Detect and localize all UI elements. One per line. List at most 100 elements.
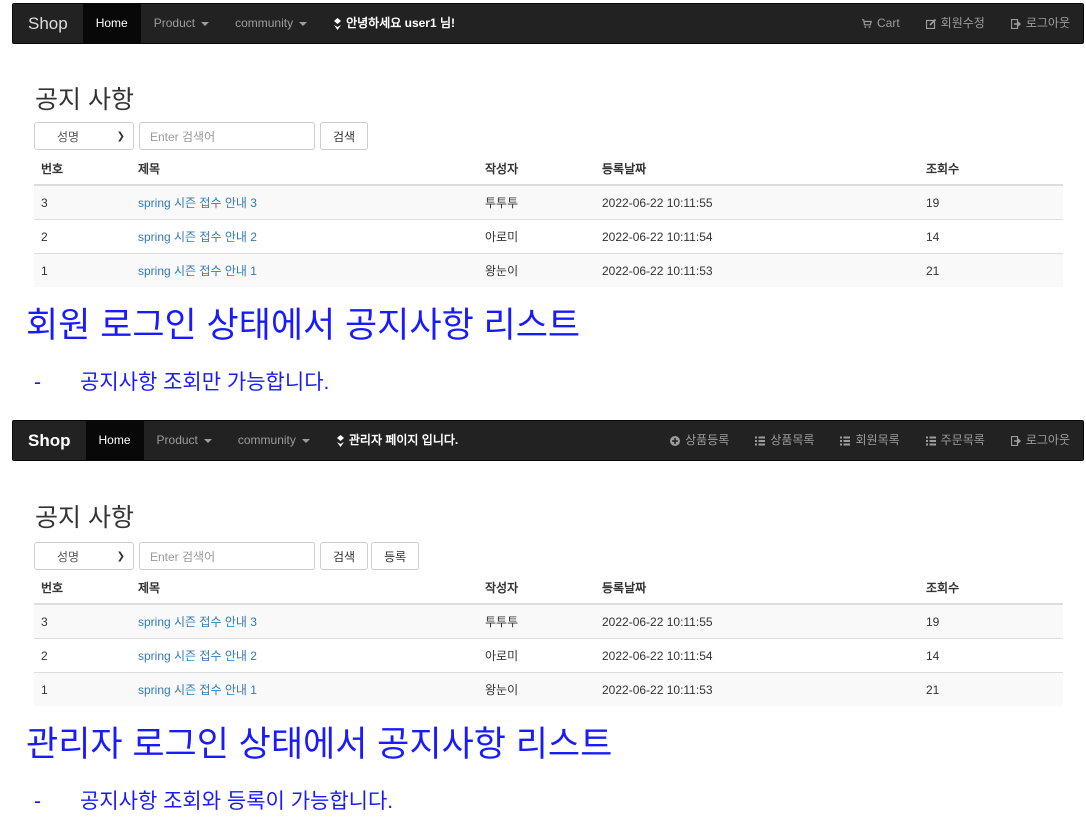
notice-title-link[interactable]: spring 시즌 접수 안내 3 [138,196,257,210]
nav-home[interactable]: Home [85,421,144,460]
cell-writer: 투투투 [478,184,595,220]
bullet-dash: - [34,371,41,394]
cell-title: spring 시즌 접수 안내 2 [131,638,478,673]
nav-add-product-label: 상품등록 [685,433,730,447]
register-button[interactable]: 등록 [371,542,420,570]
search-type-select[interactable]: 성명 ❯ [34,122,134,150]
nav-edit-member-label: 회원수정 [940,16,985,30]
search-bar: 성명 ❯ Enter 검색어 검색 등록 [34,542,420,570]
caption-subtext-label: 공지사항 조회만 가능합니다. [80,371,330,394]
logout-icon [1010,18,1021,29]
list-icon [840,436,851,445]
col-header-no: 번호 [34,153,131,186]
nav-member-list-label: 회원목록 [855,433,900,447]
col-header-title: 제목 [131,153,478,186]
col-header-date: 등록날짜 [595,153,919,186]
top-navbar: Shop Home Product community 관리자 페이지 입니다.… [12,420,1084,461]
nav-community[interactable]: community [222,4,320,43]
search-placeholder: Enter 검색어 [150,129,216,144]
edit-icon [925,18,936,29]
search-type-value: 성명 [57,129,80,144]
table-row: 2 spring 시즌 접수 안내 2 아로미 2022-06-22 10:11… [34,219,1063,254]
cell-views: 21 [919,253,1063,287]
search-placeholder: Enter 검색어 [150,549,216,564]
list-icon [925,436,936,445]
cell-writer: 투투투 [478,603,595,639]
nav-add-product[interactable]: 상품등록 [657,421,742,460]
cell-views: 21 [919,672,1063,706]
table-row: 3 spring 시즌 접수 안내 3 투투투 2022-06-22 10:11… [34,184,1063,220]
cell-title: spring 시즌 접수 안내 2 [131,219,478,254]
nav-member-list[interactable]: 회원목록 [827,421,912,460]
nav-logout-label: 로그아웃 [1025,433,1070,447]
col-header-date: 등록날짜 [595,572,919,605]
nav-home[interactable]: Home [82,4,141,43]
caption-heading: 관리자 로그인 상태에서 공지사항 리스트 [26,725,613,764]
cell-date: 2022-06-22 10:11:55 [595,603,919,639]
cell-title: spring 시즌 접수 안내 3 [131,184,478,220]
notice-title-link[interactable]: spring 시즌 접수 안내 2 [138,649,257,663]
notice-title-link[interactable]: spring 시즌 접수 안내 2 [138,230,257,244]
notice-table: 번호 제목 작성자 등록날짜 조회수 3 spring 시즌 접수 안내 3 투… [34,572,1063,706]
search-button[interactable]: 검색 [320,542,369,570]
nav-edit-member[interactable]: 회원수정 [913,4,998,43]
search-type-select[interactable]: 성명 ❯ [34,542,134,570]
brand-link[interactable]: Shop [13,4,83,43]
table-row: 2 spring 시즌 접수 안내 2 아로미 2022-06-22 10:11… [34,638,1063,673]
col-header-no: 번호 [34,572,131,605]
nav-product-list[interactable]: 상품목록 [742,421,827,460]
nav-community[interactable]: community [225,421,323,460]
notice-title-link[interactable]: spring 시즌 접수 안내 1 [138,683,257,697]
top-navbar: Shop Home Product community 안녕하세요 user1 … [12,3,1084,44]
notice-title-link[interactable]: spring 시즌 접수 안내 1 [138,264,257,278]
cell-writer: 아로미 [478,219,595,254]
col-header-views: 조회수 [919,153,1063,186]
col-header-writer: 작성자 [478,572,595,605]
cell-no: 3 [34,603,131,639]
nav-cart[interactable]: Cart [849,4,913,43]
search-input[interactable]: Enter 검색어 [139,542,315,570]
cell-date: 2022-06-22 10:11:54 [595,638,919,673]
caption-subtext: - 공지사항 조회만 가능합니다. [34,366,329,396]
caret-down-icon [201,21,210,26]
nav-logout[interactable]: 로그아웃 [998,4,1083,43]
cell-views: 19 [919,184,1063,220]
cell-views: 14 [919,219,1063,254]
cell-date: 2022-06-22 10:11:53 [595,253,919,287]
table-header-row: 번호 제목 작성자 등록날짜 조회수 [34,572,1063,605]
cell-no: 2 [34,219,131,254]
greeting-text: 안녕하세요 user1 님! [346,16,456,30]
nav-cart-label: Cart [876,16,900,30]
page-title: 공지 사항 [35,504,134,532]
brand-link[interactable]: Shop [13,421,86,460]
logout-icon [1010,435,1021,446]
search-button[interactable]: 검색 [320,122,369,150]
caret-down-icon [203,438,212,443]
user-badge-icon [334,17,342,30]
cell-views: 14 [919,638,1063,673]
search-input[interactable]: Enter 검색어 [139,122,315,150]
table-row: 1 spring 시즌 접수 안내 1 왕눈이 2022-06-22 10:11… [34,253,1063,287]
cell-writer: 왕눈이 [478,672,595,706]
notice-table: 번호 제목 작성자 등록날짜 조회수 3 spring 시즌 접수 안내 3 투… [34,153,1063,287]
col-header-writer: 작성자 [478,153,595,186]
nav-order-list[interactable]: 주문목록 [913,421,998,460]
nav-product[interactable]: Product [141,4,222,43]
col-header-title: 제목 [131,572,478,605]
list-icon [755,436,766,445]
caret-down-icon [301,438,310,443]
nav-community-label: community [235,16,294,30]
cell-title: spring 시즌 접수 안내 1 [131,253,478,287]
nav-logout-label: 로그아웃 [1025,16,1070,30]
notice-title-link[interactable]: spring 시즌 접수 안내 3 [138,615,257,629]
nav-logout[interactable]: 로그아웃 [998,421,1083,460]
cell-date: 2022-06-22 10:11:53 [595,672,919,706]
table-header-row: 번호 제목 작성자 등록날짜 조회수 [34,153,1063,186]
bullet-dash: - [34,790,41,813]
nav-product[interactable]: Product [144,421,225,460]
nav-product-list-label: 상품목록 [770,433,815,447]
search-bar: 성명 ❯ Enter 검색어 검색 [34,122,369,150]
cell-no: 1 [34,672,131,706]
user-badge-icon [336,434,344,447]
chevron-down-icon: ❯ [116,130,125,142]
